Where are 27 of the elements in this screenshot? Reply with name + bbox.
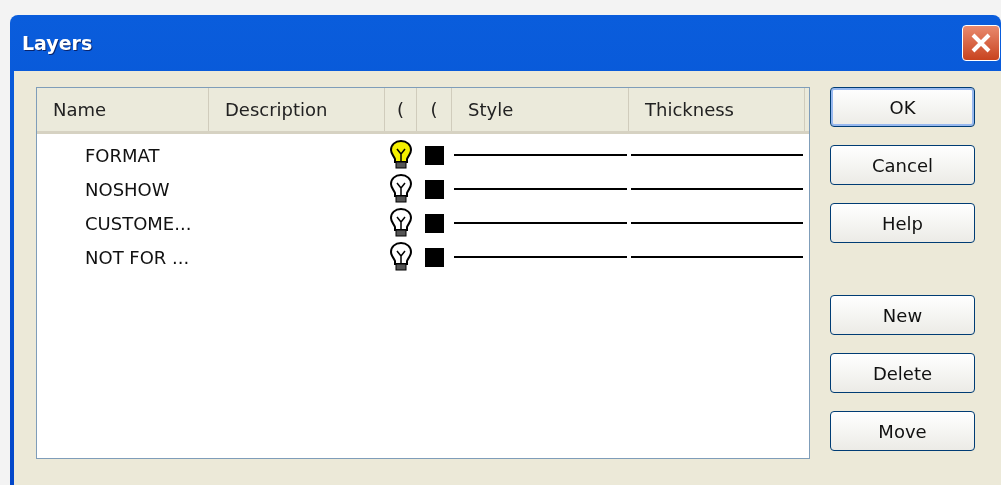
color-swatch[interactable] (425, 213, 444, 233)
dialog-button[interactable]: New (830, 295, 975, 335)
layer-name[interactable]: NOSHOW (37, 178, 209, 200)
column-header[interactable]: ( (417, 88, 452, 131)
dialog-button[interactable]: Help (830, 203, 975, 243)
column-header[interactable]: Thickness (629, 88, 805, 131)
dialog-button[interactable]: Move (830, 411, 975, 451)
color-swatch[interactable] (425, 145, 444, 165)
column-header[interactable]: Style (452, 88, 629, 131)
layer-name[interactable]: NOT FOR ... (37, 246, 209, 268)
dialog-button[interactable]: Cancel (830, 145, 975, 185)
column-header[interactable]: ( (385, 88, 417, 131)
color-swatch[interactable] (425, 179, 444, 199)
lightbulb-icon[interactable] (390, 242, 412, 272)
column-header[interactable]: Description (209, 88, 385, 131)
lightbulb-icon[interactable] (390, 208, 412, 238)
lightbulb-icon[interactable] (390, 174, 412, 204)
column-header[interactable]: Name (37, 88, 209, 131)
layer-name[interactable]: FORMAT (37, 144, 209, 166)
dialog-button[interactable]: Delete (830, 353, 975, 393)
lightbulb-icon[interactable] (390, 140, 412, 170)
dialog-button[interactable]: OK (830, 87, 975, 127)
close-button[interactable] (962, 25, 1000, 61)
close-icon (970, 32, 992, 54)
layer-name[interactable]: CUSTOME... (37, 212, 209, 234)
color-swatch[interactable] (425, 247, 444, 267)
window-title: Layers (22, 32, 93, 54)
